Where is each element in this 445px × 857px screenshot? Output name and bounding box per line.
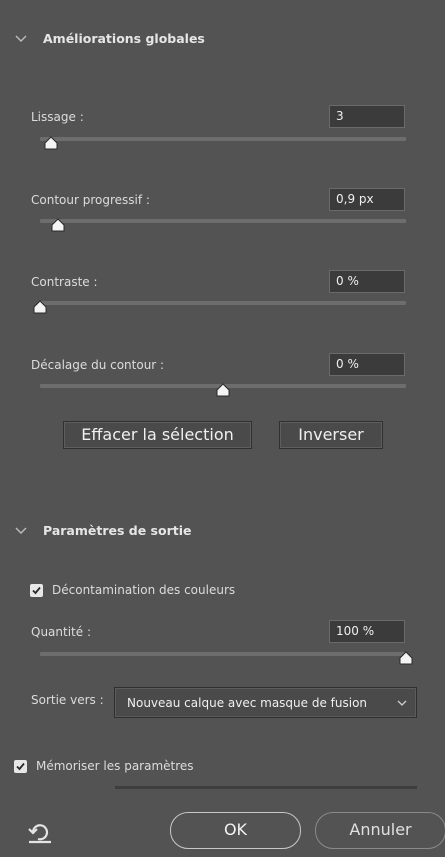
decontaminate-checkbox[interactable] bbox=[30, 583, 43, 597]
clear-selection-button[interactable]: Effacer la sélection bbox=[63, 421, 252, 449]
amount-slider-track[interactable] bbox=[40, 652, 406, 656]
feather-label: Contour progressif : bbox=[31, 193, 150, 207]
decontaminate-option[interactable]: Décontamination des couleurs bbox=[30, 583, 235, 597]
global-refinements-header[interactable]: Améliorations globales bbox=[14, 31, 205, 46]
smooth-slider-thumb[interactable] bbox=[43, 136, 59, 150]
checkmark-icon bbox=[16, 762, 25, 770]
feather-input[interactable]: 0,9 px bbox=[329, 188, 405, 211]
amount-slider-thumb[interactable] bbox=[398, 651, 414, 665]
smooth-input[interactable]: 3 bbox=[329, 105, 405, 128]
checkmark-icon bbox=[32, 586, 41, 594]
smooth-label: Lissage : bbox=[31, 110, 84, 124]
output-to-select[interactable]: Nouveau calque avec masque de fusion bbox=[114, 687, 417, 718]
ok-button[interactable]: OK bbox=[170, 812, 301, 849]
section-title: Améliorations globales bbox=[43, 31, 205, 46]
contrast-input[interactable]: 0 % bbox=[329, 270, 405, 293]
amount-label: Quantité : bbox=[31, 625, 91, 639]
chevron-down-icon[interactable] bbox=[14, 524, 28, 538]
smooth-slider-track[interactable] bbox=[40, 137, 406, 141]
contrast-label: Contraste : bbox=[31, 275, 98, 289]
feather-slider-thumb[interactable] bbox=[50, 218, 66, 232]
contrast-slider-thumb[interactable] bbox=[32, 300, 48, 314]
invert-button[interactable]: Inverser bbox=[279, 421, 383, 449]
remember-settings-label: Mémoriser les paramètres bbox=[36, 759, 194, 773]
remember-settings-option[interactable]: Mémoriser les paramètres bbox=[14, 759, 194, 773]
shift-edge-slider-thumb[interactable] bbox=[215, 383, 231, 397]
output-to-label: Sortie vers : bbox=[31, 693, 104, 707]
feather-slider-track[interactable] bbox=[40, 219, 406, 223]
cancel-button[interactable]: Annuler bbox=[315, 812, 445, 849]
chevron-down-icon[interactable] bbox=[14, 32, 28, 46]
shift-edge-input[interactable]: 0 % bbox=[329, 353, 405, 376]
reset-icon[interactable] bbox=[26, 819, 54, 847]
amount-input[interactable]: 100 % bbox=[329, 620, 405, 643]
output-to-value: Nouveau calque avec masque de fusion bbox=[127, 695, 368, 710]
remember-settings-checkbox[interactable] bbox=[14, 759, 27, 773]
shift-edge-label: Décalage du contour : bbox=[31, 358, 165, 372]
section-title: Paramètres de sortie bbox=[43, 523, 192, 538]
divider bbox=[115, 786, 417, 789]
decontaminate-label: Décontamination des couleurs bbox=[52, 583, 236, 597]
chevron-down-icon bbox=[396, 697, 408, 709]
contrast-slider-track[interactable] bbox=[40, 301, 406, 305]
output-settings-header[interactable]: Paramètres de sortie bbox=[14, 523, 191, 538]
